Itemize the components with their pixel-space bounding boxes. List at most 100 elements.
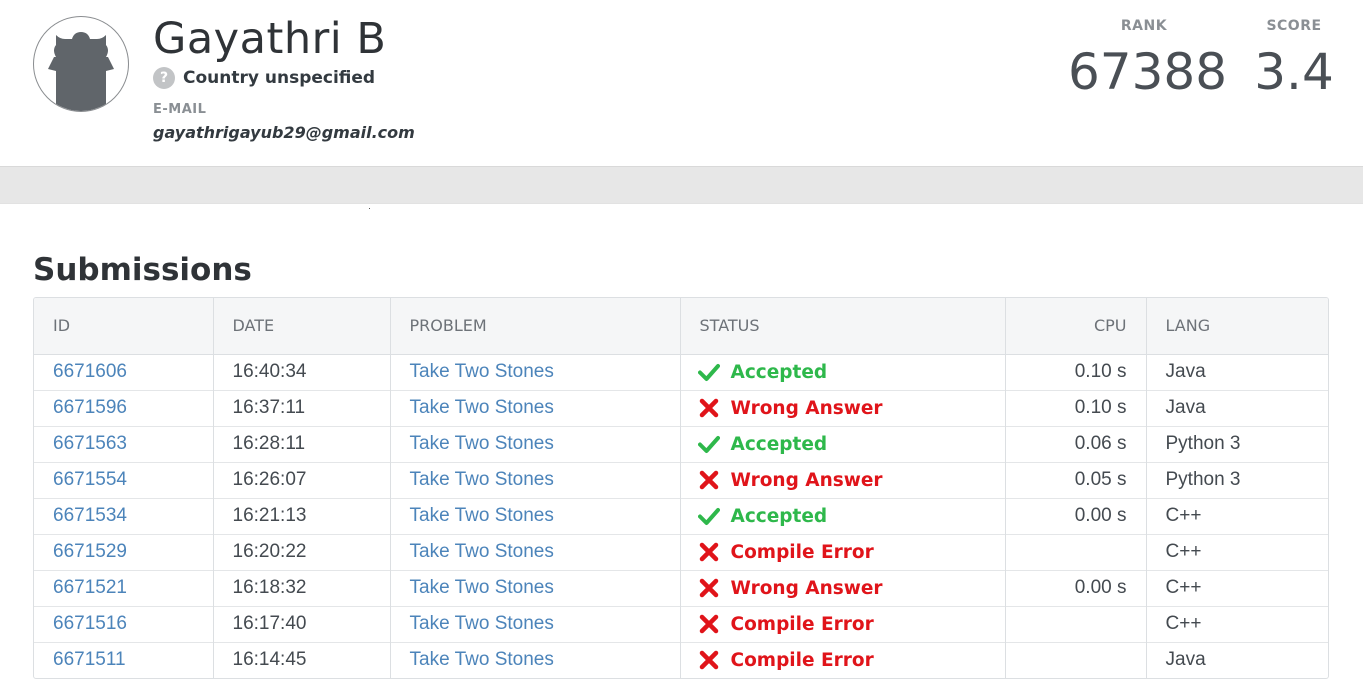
score-stat: SCORE 3.4 (1248, 18, 1340, 102)
email-value: gayathrigayub29@gmail.com (153, 123, 415, 142)
status-label: Accepted (730, 505, 828, 527)
rank-label: RANK (1120, 18, 1168, 34)
submission-id-link[interactable]: 6671606 (53, 361, 127, 382)
submission-date: 16:28:11 (212, 425, 390, 462)
status-badge: Compile Error (699, 649, 1005, 671)
table-row: 6671596 16:37:11 Take Two Stones Wrong Answ… (34, 389, 1328, 426)
submission-id-cell: 6671606 (34, 354, 213, 390)
column-header-date[interactable]: DATE (212, 298, 390, 355)
submission-id-link[interactable]: 6671534 (53, 505, 127, 526)
column-header-lang[interactable]: LANG (1145, 298, 1328, 355)
default-avatar-icon (48, 32, 114, 111)
status-cell: Compile Error (679, 533, 1005, 570)
status-badge: Compile Error (699, 613, 1005, 635)
problem-link[interactable]: Take Two Stones (410, 541, 554, 562)
problem-cell: Take Two Stones (389, 569, 680, 606)
status-label: Wrong Answer (730, 577, 883, 599)
submission-id-link[interactable]: 6671521 (53, 577, 127, 598)
language: C++ (1145, 497, 1328, 534)
status-badge: Wrong Answer (698, 577, 1005, 599)
cpu-time: 0.05 s (1004, 461, 1146, 498)
status-label: Accepted (730, 433, 828, 455)
table-row: 6671521 16:18:32 Take Two Stones Wrong Answ… (34, 569, 1328, 606)
submissions-title: Submissions (33, 252, 252, 288)
status-cell: Compile Error (679, 605, 1005, 642)
problem-link[interactable]: Take Two Stones (410, 577, 554, 598)
submissions-table-body: 6671606 16:40:34 Take Two Stones Accepted 0.… (34, 354, 1328, 678)
submission-date: 16:40:34 (212, 354, 390, 390)
submission-id-link[interactable]: 6671554 (53, 469, 127, 490)
table-row: 6671529 16:20:22 Take Two Stones Compile Er… (34, 533, 1328, 570)
submission-id-link[interactable]: 6671516 (53, 613, 127, 634)
language: Java (1145, 641, 1328, 678)
status-label: Compile Error (730, 613, 874, 635)
score-label: SCORE (1266, 18, 1322, 34)
check-icon (697, 361, 720, 383)
language: Java (1145, 354, 1328, 390)
problem-cell: Take Two Stones (389, 425, 680, 462)
cpu-time: 0.06 s (1004, 425, 1146, 462)
check-icon (697, 433, 720, 455)
problem-link[interactable]: Take Two Stones (410, 505, 554, 526)
status-cell: Wrong Answer (679, 389, 1005, 426)
rank-stat: RANK 67388 (1068, 18, 1227, 102)
problem-cell: Take Two Stones (389, 641, 680, 678)
table-row: 6671511 16:14:45 Take Two Stones Compile Er… (34, 641, 1328, 678)
problem-link[interactable]: Take Two Stones (410, 649, 554, 670)
submission-date: 16:14:45 (212, 641, 390, 678)
cross-icon (698, 577, 720, 599)
country-label: Country unspecified (183, 68, 376, 88)
language: Python 3 (1145, 461, 1328, 498)
cross-icon (698, 397, 720, 419)
email-label: E-MAIL (153, 102, 207, 117)
problem-cell: Take Two Stones (389, 354, 680, 390)
table-header-row: ID DATE PROBLEM STATUS CPU LANG (34, 298, 1328, 355)
problem-link[interactable]: Take Two Stones (410, 613, 554, 634)
column-header-cpu[interactable]: CPU (1004, 298, 1146, 355)
submission-id-link[interactable]: 6671511 (53, 649, 126, 670)
status-badge: Wrong Answer (698, 397, 1005, 419)
status-cell: Accepted (679, 354, 1005, 390)
avatar (33, 16, 129, 112)
submission-date: 16:26:07 (212, 461, 390, 498)
submission-date: 16:21:13 (212, 497, 390, 534)
status-badge: Wrong Answer (698, 469, 1005, 491)
problem-link[interactable]: Take Two Stones (410, 397, 554, 418)
language: C++ (1145, 605, 1328, 642)
problem-link[interactable]: Take Two Stones (410, 361, 554, 382)
divider-dot (369, 208, 370, 209)
problem-link[interactable]: Take Two Stones (410, 433, 554, 454)
question-mark-icon: ? (153, 67, 175, 89)
check-icon (697, 505, 720, 527)
status-label: Accepted (730, 361, 828, 383)
table-row: 6671606 16:40:34 Take Two Stones Accepted 0.… (34, 354, 1328, 390)
submission-date: 16:18:32 (212, 569, 390, 606)
status-badge: Accepted (697, 361, 1005, 383)
submission-id-cell: 6671596 (34, 389, 213, 426)
submission-id-cell: 6671563 (34, 425, 213, 462)
submission-date: 16:37:11 (212, 389, 390, 426)
submission-id-link[interactable]: 6671596 (53, 397, 127, 418)
column-header-problem[interactable]: PROBLEM (389, 298, 680, 355)
status-cell: Compile Error (679, 641, 1005, 678)
problem-link[interactable]: Take Two Stones (410, 469, 554, 490)
cross-icon (698, 541, 720, 563)
profile-header: Gayathri B ? Country unspecified E-MAIL … (0, 0, 1363, 167)
submission-id-cell: 6671521 (34, 569, 213, 606)
column-header-status[interactable]: STATUS (679, 298, 1005, 355)
submission-id-link[interactable]: 6671529 (53, 541, 127, 562)
problem-cell: Take Two Stones (389, 461, 680, 498)
table-row: 6671534 16:21:13 Take Two Stones Accepted 0.… (34, 497, 1328, 534)
profile-name: Gayathri B (153, 14, 387, 64)
country: ? Country unspecified (153, 66, 375, 90)
status-badge: Accepted (697, 433, 1005, 455)
cross-icon (698, 469, 720, 491)
status-cell: Accepted (679, 425, 1005, 462)
cpu-time: 0.10 s (1004, 389, 1146, 426)
submissions-table: ID DATE PROBLEM STATUS CPU LANG 6671606 1… (33, 297, 1329, 679)
column-header-id[interactable]: ID (34, 298, 213, 355)
submission-id-link[interactable]: 6671563 (53, 433, 127, 454)
submission-id-cell: 6671534 (34, 497, 213, 534)
status-label: Compile Error (730, 649, 874, 671)
status-label: Wrong Answer (730, 469, 883, 491)
